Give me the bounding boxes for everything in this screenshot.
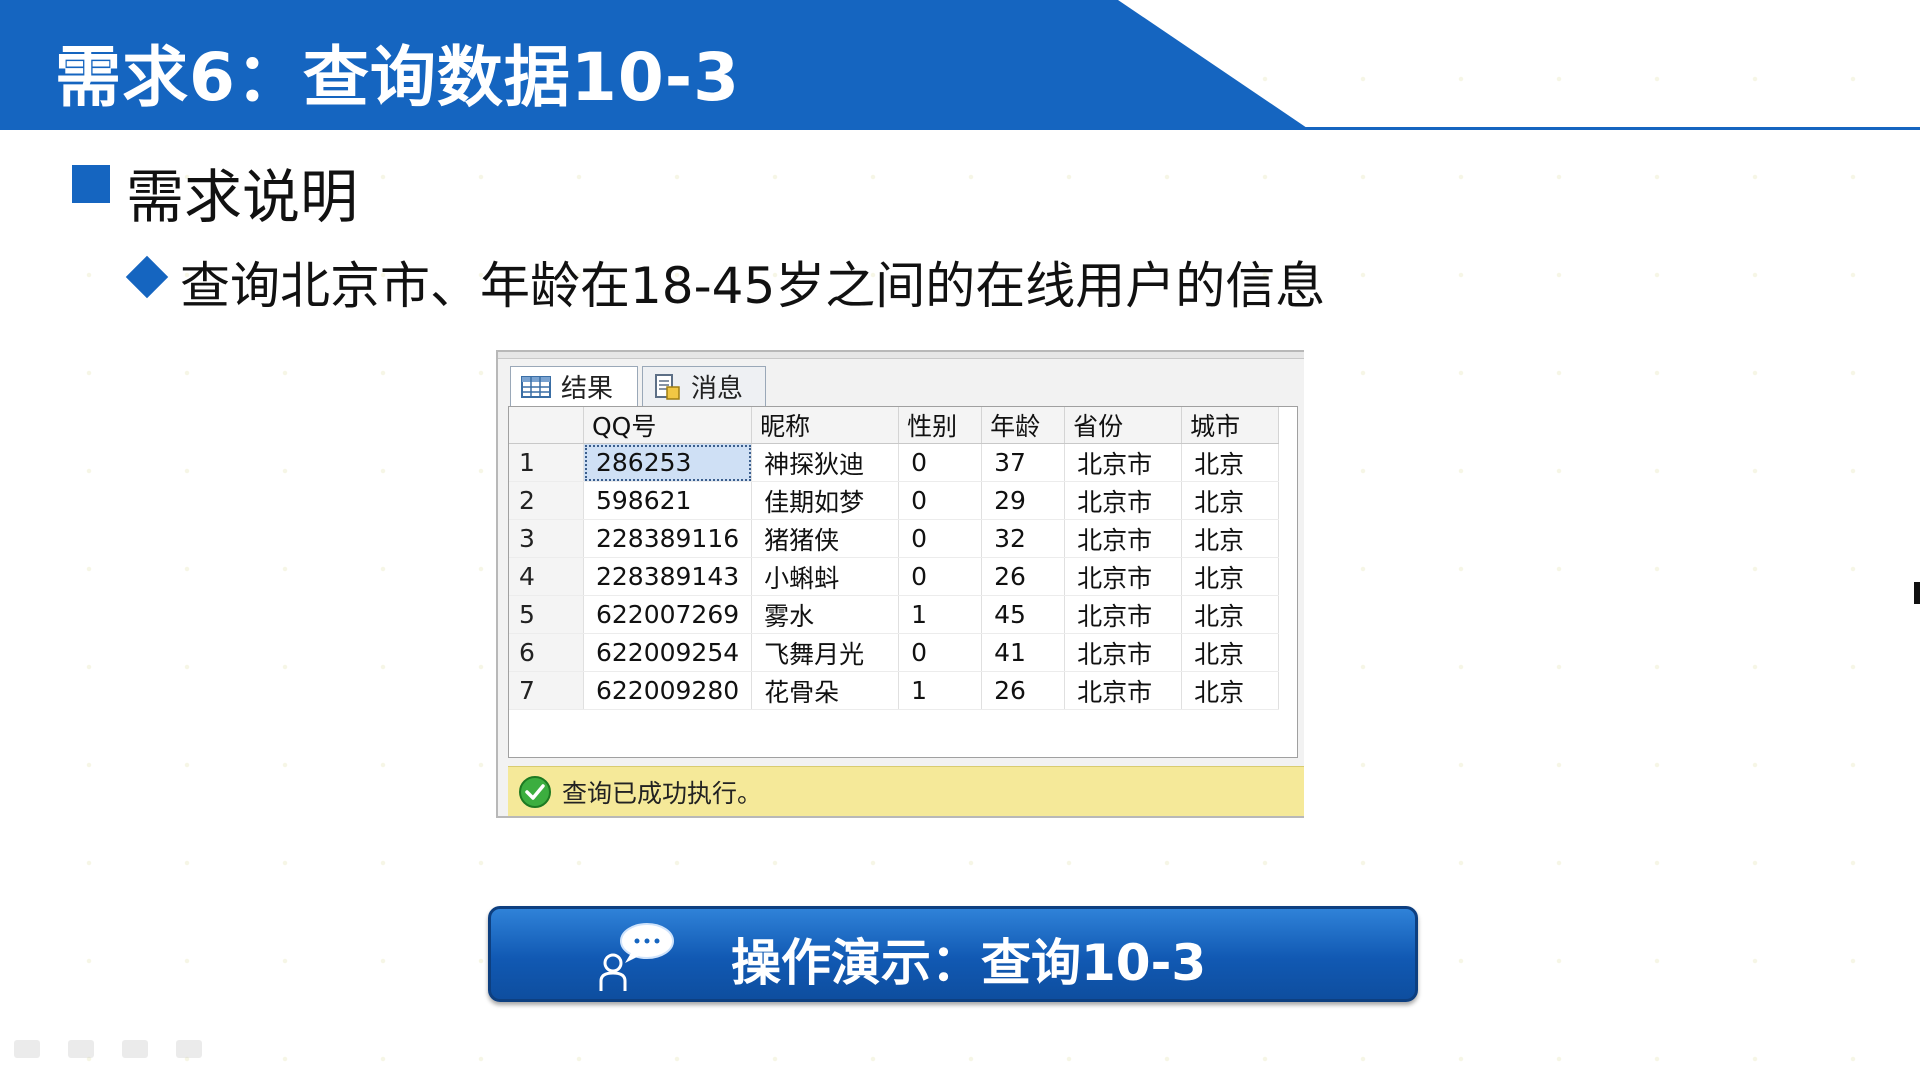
cell-province[interactable]: 北京市 [1064,595,1183,634]
section-heading: 需求说明 [126,163,359,231]
square-bullet-icon [72,165,110,203]
cell-nickname[interactable]: 神探狄迪 [751,443,900,482]
cell-province[interactable]: 北京市 [1064,633,1183,672]
column-header-gender[interactable]: 性别 [898,407,983,444]
previous-slide-icon[interactable] [14,1040,40,1058]
cell-city[interactable]: 北京 [1181,519,1280,558]
tab-messages[interactable]: 消息 [642,366,766,406]
cell-nickname[interactable]: 雾水 [751,595,900,634]
cell-province[interactable]: 北京市 [1064,557,1183,596]
row-number: 7 [509,671,584,710]
tab-messages-label: 消息 [691,374,744,404]
row-number: 1 [509,443,584,482]
mouse-cursor [1914,582,1920,604]
row-number: 4 [509,557,584,596]
cell-nickname[interactable]: 小蝌蚪 [751,557,900,596]
cell-city[interactable]: 北京 [1181,481,1280,520]
cell-province[interactable]: 北京市 [1064,519,1183,558]
tab-results[interactable]: 结果 [510,366,638,406]
table-row[interactable]: 2 598621 佳期如梦 0 29 北京市 北京 [509,481,1280,520]
cell-nickname[interactable]: 飞舞月光 [751,633,900,672]
column-header-qq[interactable]: QQ号 [583,407,753,444]
cell-age[interactable]: 45 [981,595,1066,634]
next-slide-icon[interactable] [176,1040,202,1058]
cell-nickname[interactable]: 花骨朵 [751,671,900,710]
cell-age[interactable]: 29 [981,481,1066,520]
demo-button-label: 操作演示：查询10-3 [731,934,1207,992]
row-number: 3 [509,519,584,558]
presenter-toolbar [14,1040,202,1058]
cell-age[interactable]: 26 [981,557,1066,596]
cell-city[interactable]: 北京 [1181,443,1280,482]
cell-qq[interactable]: 228389143 [583,557,753,596]
cell-city[interactable]: 北京 [1181,671,1280,710]
cell-age[interactable]: 41 [981,633,1066,672]
column-header-city[interactable]: 城市 [1181,407,1280,444]
table-row[interactable]: 6 622009254 飞舞月光 0 41 北京市 北京 [509,633,1280,672]
table-row[interactable]: 5 622007269 雾水 1 45 北京市 北京 [509,595,1280,634]
cell-qq[interactable]: 286253 [583,443,753,482]
cell-qq[interactable]: 622007269 [583,595,753,634]
pen-icon[interactable] [68,1040,94,1058]
menu-icon[interactable] [122,1040,148,1058]
slide-title: 需求6：查询数据10-3 [55,39,741,116]
cell-gender[interactable]: 0 [898,633,983,672]
column-header-nickname[interactable]: 昵称 [751,407,900,444]
cell-gender[interactable]: 0 [898,519,983,558]
status-message: 查询已成功执行。 [562,779,763,808]
demo-button[interactable]: 操作演示：查询10-3 [488,906,1418,1002]
cell-age[interactable]: 32 [981,519,1066,558]
panel-top-border [498,352,1304,359]
requirement-text: 查询北京市、年龄在18-45岁之间的在线用户的信息 [180,257,1326,315]
grid-icon [521,375,551,398]
cell-nickname[interactable]: 猪猪侠 [751,519,900,558]
table-row[interactable]: 4 228389143 小蝌蚪 0 26 北京市 北京 [509,557,1280,596]
cell-city[interactable]: 北京 [1181,633,1280,672]
tab-results-label: 结果 [561,374,614,404]
cell-province[interactable]: 北京市 [1064,443,1183,482]
cell-province[interactable]: 北京市 [1064,671,1183,710]
cell-gender[interactable]: 1 [898,671,983,710]
document-icon [655,373,680,400]
title-rule [1300,127,1920,130]
results-grid: QQ号 昵称 性别 年龄 省份 城市 1 286253 神探狄迪 0 37 北京… [508,406,1298,758]
results-table: QQ号 昵称 性别 年龄 省份 城市 1 286253 神探狄迪 0 37 北京… [509,407,1280,710]
cell-gender[interactable]: 0 [898,443,983,482]
status-bar: 查询已成功执行。 [508,766,1304,816]
row-number: 6 [509,633,584,672]
column-header-province[interactable]: 省份 [1064,407,1183,444]
table-row[interactable]: 3 228389116 猪猪侠 0 32 北京市 北京 [509,519,1280,558]
cell-age[interactable]: 26 [981,671,1066,710]
cell-gender[interactable]: 0 [898,481,983,520]
success-check-icon [519,776,551,808]
header-row: QQ号 昵称 性别 年龄 省份 城市 [509,407,1280,444]
row-number: 2 [509,481,584,520]
cell-city[interactable]: 北京 [1181,595,1280,634]
row-number-header [509,407,584,444]
cell-city[interactable]: 北京 [1181,557,1280,596]
table-row[interactable]: 1 286253 神探狄迪 0 37 北京市 北京 [509,443,1280,482]
cell-qq[interactable]: 622009254 [583,633,753,672]
cell-gender[interactable]: 0 [898,557,983,596]
cell-qq[interactable]: 228389116 [583,519,753,558]
row-number: 5 [509,595,584,634]
cell-age[interactable]: 37 [981,443,1066,482]
cell-province[interactable]: 北京市 [1064,481,1183,520]
cell-qq[interactable]: 622009280 [583,671,753,710]
cell-gender[interactable]: 1 [898,595,983,634]
presenter-chat-icon [599,923,674,991]
table-row[interactable]: 7 622009280 花骨朵 1 26 北京市 北京 [509,671,1280,710]
column-header-age[interactable]: 年龄 [981,407,1066,444]
query-results-panel: 结果 消息 QQ号 昵称 性别 年龄 省份 城市 1 286253 神探狄迪 0… [496,350,1304,818]
cell-qq[interactable]: 598621 [583,481,753,520]
cell-nickname[interactable]: 佳期如梦 [751,481,900,520]
